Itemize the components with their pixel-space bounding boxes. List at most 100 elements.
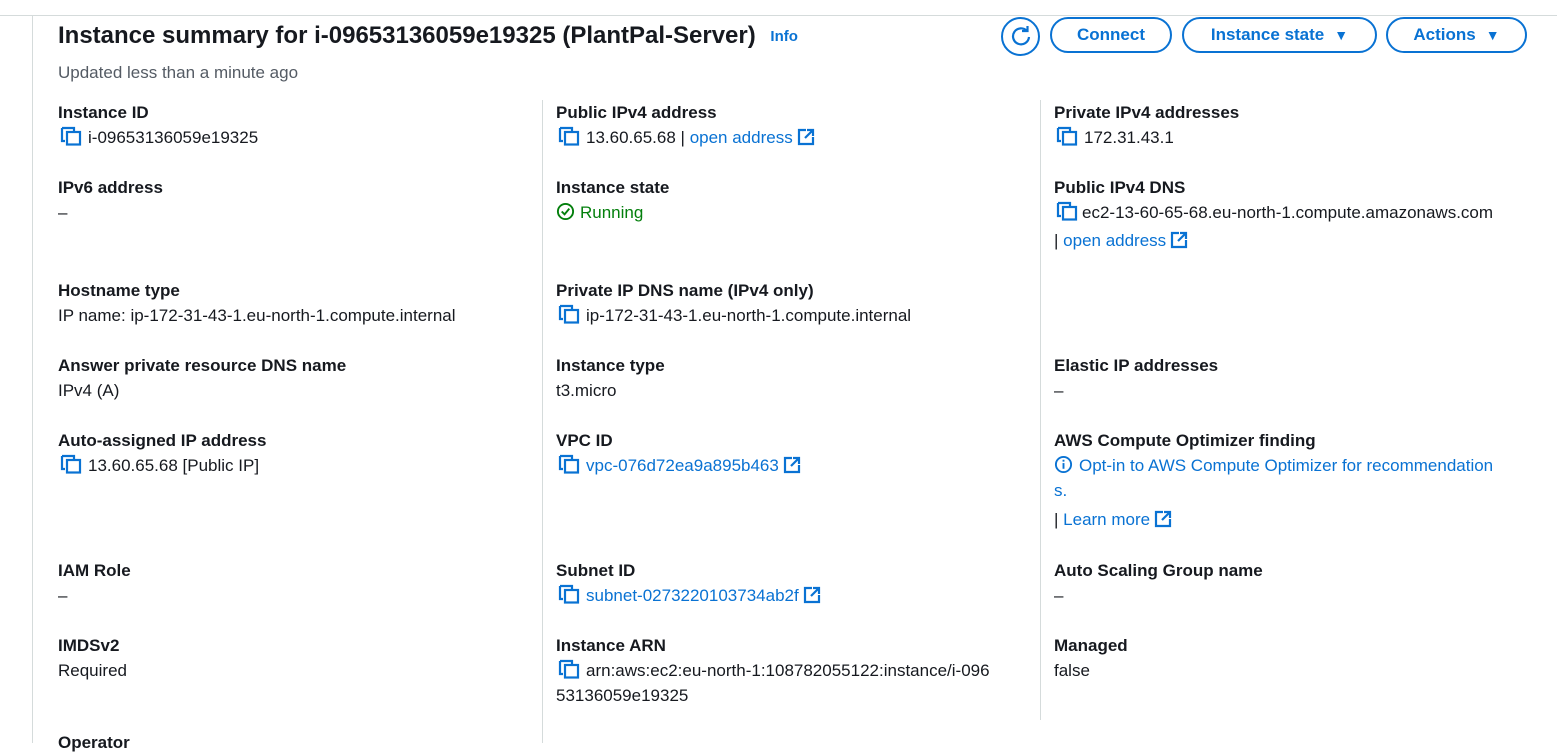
field-label: Instance ARN [556, 636, 666, 655]
field-label: Instance ID [58, 103, 149, 122]
top-divider [0, 15, 1557, 16]
field-public-dns: Public IPv4 DNS ec2-13-60-65-68.eu-north… [1054, 176, 1493, 253]
connect-button[interactable]: Connect [1050, 17, 1172, 53]
open-address-label: open address [1063, 231, 1167, 250]
copy-icon[interactable] [558, 304, 580, 324]
field-elastic-ip: Elastic IP addresses – [1054, 354, 1218, 403]
field-value: 13.60.65.68 | open address [556, 126, 815, 150]
field-ipv6: IPv6 address – [58, 176, 163, 225]
field-imdsv2: IMDSv2 Required [58, 634, 127, 683]
optimizer-opt-in-link[interactable]: Opt-in to AWS Compute Optimizer for reco… [1054, 454, 1493, 478]
open-address-link[interactable]: open address [690, 128, 815, 147]
left-border [32, 16, 33, 743]
field-label: Instance type [556, 356, 665, 375]
field-label: Auto Scaling Group name [1054, 561, 1263, 580]
field-subnet-id: Subnet ID subnet-0273220103734ab2f [556, 559, 821, 608]
field-value: t3.micro [556, 381, 617, 400]
field-label: Hostname type [58, 281, 180, 300]
field-label: Instance state [556, 178, 670, 197]
copy-icon[interactable] [558, 126, 580, 146]
field-instance-id: Instance ID i-09653136059e19325 [58, 101, 258, 150]
public-ipv4-value: 13.60.65.68 | [586, 128, 685, 147]
actions-dropdown[interactable]: Actions ▼ [1386, 17, 1527, 53]
field-answer-dns: Answer private resource DNS name IPv4 (A… [58, 354, 346, 403]
actions-label: Actions [1413, 25, 1476, 44]
info-link[interactable]: Info [770, 28, 798, 45]
field-label: Private IPv4 addresses [1054, 103, 1240, 122]
vpc-id-link[interactable]: vpc-076d72ea9a895b463 [586, 456, 801, 475]
field-value: 172.31.43.1 [1054, 126, 1239, 150]
copy-icon[interactable] [60, 126, 82, 146]
field-managed: Managed false [1054, 634, 1128, 683]
field-label: Subnet ID [556, 561, 636, 580]
refresh-icon [1011, 25, 1030, 45]
field-label: IMDSv2 [58, 636, 120, 655]
field-value: vpc-076d72ea9a895b463 [556, 454, 801, 478]
open-address-link[interactable]: open address [1063, 231, 1188, 250]
updated-status: Updated less than a minute ago [58, 63, 299, 82]
field-label-cutoff: Operator [58, 733, 130, 752]
field-value: i-09653136059e19325 [58, 126, 258, 150]
caret-down-icon: ▼ [1334, 27, 1349, 43]
instance-arn-line2: 53136059e19325 [556, 686, 689, 705]
field-value: – [58, 203, 68, 222]
field-instance-state: Instance state Running [556, 176, 669, 225]
external-link-icon [797, 128, 815, 146]
field-asg: Auto Scaling Group name – [1054, 559, 1263, 608]
instance-state-value: Running [580, 203, 644, 222]
field-value: false [1054, 661, 1090, 680]
field-label: Answer private resource DNS name [58, 356, 347, 375]
field-value: 13.60.65.68 [Public IP] [58, 454, 266, 478]
caret-down-icon: ▼ [1485, 27, 1500, 43]
private-dns-value: ip-172-31-43-1.eu-north-1.compute.intern… [586, 306, 912, 325]
external-link-icon [783, 456, 801, 474]
field-value: Required [58, 661, 127, 680]
learn-more-link[interactable]: Learn more [1063, 510, 1172, 529]
copy-icon[interactable] [558, 584, 580, 604]
subnet-id-value: subnet-0273220103734ab2f [586, 586, 799, 605]
field-instance-type: Instance type t3.micro [556, 354, 665, 403]
learn-more-row: | Learn more [1054, 508, 1493, 532]
field-optimizer: AWS Compute Optimizer finding Opt-in to … [1054, 429, 1493, 532]
field-label: Public IPv4 address [556, 103, 717, 122]
page-title: Instance summary for i-09653136059e19325… [58, 21, 798, 52]
copy-icon[interactable] [558, 454, 580, 474]
field-label: VPC ID [556, 431, 613, 450]
page-title-text: Instance summary for i-09653136059e19325… [58, 22, 756, 49]
field-hostname-type: Hostname type IP name: ip-172-31-43-1.eu… [58, 279, 456, 328]
external-link-icon [1154, 510, 1172, 528]
field-vpc-id: VPC ID vpc-076d72ea9a895b463 [556, 429, 801, 478]
field-value: Running [556, 201, 669, 225]
refresh-button[interactable] [1001, 17, 1040, 56]
public-dns-value: ec2-13-60-65-68.eu-north-1.compute.amazo… [1082, 203, 1494, 222]
instance-state-dropdown[interactable]: Instance state ▼ [1182, 17, 1377, 53]
field-value: subnet-0273220103734ab2f [556, 584, 821, 608]
info-icon [1054, 455, 1073, 474]
subnet-id-link[interactable]: subnet-0273220103734ab2f [586, 586, 821, 605]
optimizer-link-line1: Opt-in to AWS Compute Optimizer for reco… [1079, 456, 1494, 475]
separator: | [1054, 510, 1059, 529]
copy-icon[interactable] [1056, 201, 1078, 221]
public-dns-link-row: | open address [1054, 229, 1493, 253]
field-auto-ip: Auto-assigned IP address 13.60.65.68 [Pu… [58, 429, 266, 478]
field-private-ipv4: Private IPv4 addresses 172.31.43.1 [1054, 101, 1239, 150]
instance-state-label: Instance state [1210, 25, 1325, 44]
copy-icon[interactable] [60, 454, 82, 474]
field-value: ec2-13-60-65-68.eu-north-1.compute.amazo… [1054, 201, 1493, 225]
field-value: – [58, 586, 68, 605]
field-label: IPv6 address [58, 178, 163, 197]
copy-icon[interactable] [558, 659, 580, 679]
copy-icon[interactable] [1056, 126, 1078, 146]
field-label: Private IP DNS name (IPv4 only) [556, 281, 814, 300]
learn-more-label: Learn more [1063, 510, 1151, 529]
separator: | [1054, 231, 1059, 250]
field-label: IAM Role [58, 561, 131, 580]
auto-ip-value: 13.60.65.68 [Public IP] [88, 456, 260, 475]
field-label: Elastic IP addresses [1054, 356, 1219, 375]
optimizer-link-line2[interactable]: s. [1054, 479, 1493, 503]
field-public-ipv4: Public IPv4 address 13.60.65.68 | open a… [556, 101, 815, 150]
field-instance-arn: Instance ARN arn:aws:ec2:eu-north-1:1087… [556, 634, 990, 708]
field-value: ip-172-31-43-1.eu-north-1.compute.intern… [556, 304, 911, 328]
open-address-label: open address [689, 128, 793, 147]
field-value: IP name: ip-172-31-43-1.eu-north-1.compu… [58, 306, 456, 325]
